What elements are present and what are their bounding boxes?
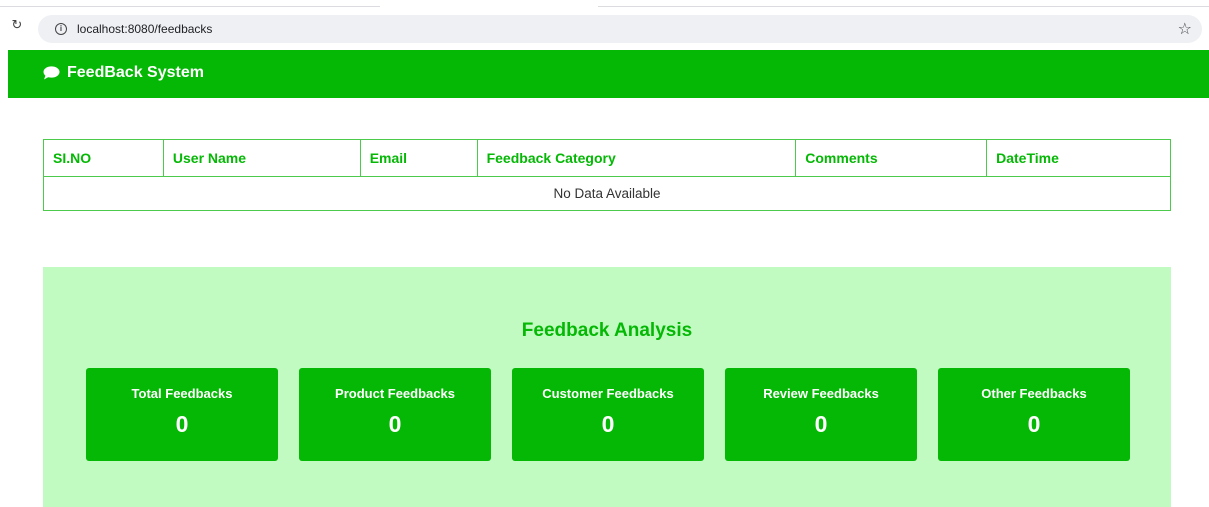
column-header-user-name: User Name xyxy=(162,139,361,177)
column-header-email: Email xyxy=(359,139,478,177)
info-icon[interactable]: i xyxy=(55,23,67,35)
column-header-si-no: SI.NO xyxy=(43,139,164,177)
card-label: Review Feedbacks xyxy=(763,386,879,401)
url-text[interactable]: localhost:8080/feedbacks xyxy=(77,22,212,36)
navbar: FeedBack System xyxy=(8,50,1209,98)
table-row: No Data Available xyxy=(43,176,1171,211)
customer-feedbacks-card: Customer Feedbacks 0 xyxy=(512,368,704,461)
table-header-row: SI.NO User Name Email Feedback Category … xyxy=(43,139,1171,177)
address-bar[interactable]: i localhost:8080/feedbacks ☆ xyxy=(38,15,1202,43)
brand-title: FeedBack System xyxy=(67,64,204,81)
empty-state-message: No Data Available xyxy=(43,176,1171,211)
total-feedbacks-card: Total Feedbacks 0 xyxy=(86,368,278,461)
card-value: 0 xyxy=(1027,411,1041,437)
column-header-comments: Comments xyxy=(795,139,988,177)
card-value: 0 xyxy=(601,411,615,437)
card-label: Total Feedbacks xyxy=(131,386,233,401)
tab-strip-divider xyxy=(0,6,380,7)
chat-icon xyxy=(43,66,60,80)
card-label: Customer Feedbacks xyxy=(542,386,674,401)
card-value: 0 xyxy=(175,411,189,437)
card-value: 0 xyxy=(388,411,402,437)
column-header-datetime: DateTime xyxy=(986,139,1171,177)
card-label: Product Feedbacks xyxy=(335,386,455,401)
brand-link[interactable]: FeedBack System xyxy=(43,64,204,82)
other-feedbacks-card: Other Feedbacks 0 xyxy=(938,368,1130,461)
tab-strip-divider xyxy=(598,6,1209,7)
feedback-table: SI.NO User Name Email Feedback Category … xyxy=(43,139,1171,211)
reload-icon[interactable]: ↻ xyxy=(10,18,24,32)
card-value: 0 xyxy=(814,411,828,437)
review-feedbacks-card: Review Feedbacks 0 xyxy=(725,368,917,461)
feedback-analysis-panel: Feedback Analysis Total Feedbacks 0 Prod… xyxy=(43,267,1171,507)
product-feedbacks-card: Product Feedbacks 0 xyxy=(299,368,491,461)
star-icon[interactable]: ☆ xyxy=(1178,19,1192,39)
analysis-title: Feedback Analysis xyxy=(521,320,693,341)
browser-toolbar: ↻ i localhost:8080/feedbacks ☆ xyxy=(0,0,1209,50)
column-header-feedback-category: Feedback Category xyxy=(476,139,797,177)
card-label: Other Feedbacks xyxy=(981,386,1087,401)
